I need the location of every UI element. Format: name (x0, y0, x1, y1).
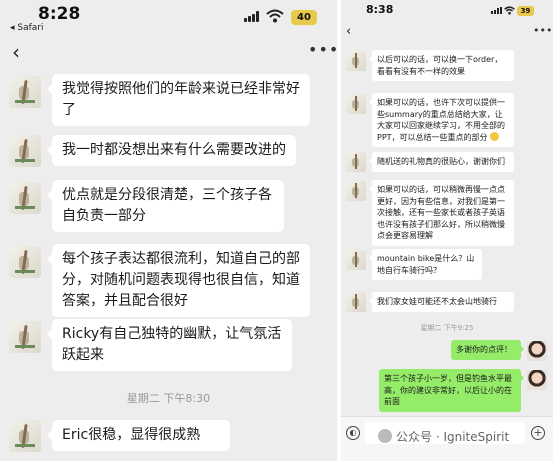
avatar[interactable] (9, 182, 41, 214)
avatar[interactable] (346, 51, 366, 71)
chat-timestamp: 星期二 下午8:30 (126, 392, 211, 405)
status-time: 8:38 (366, 3, 394, 16)
status-bar: 8:28 ◂ Safari 40 (0, 0, 337, 34)
watermark-text: 公众号 · IgniteSpirit (396, 430, 510, 444)
message-bubble[interactable]: 我们家女娃可能还不太会山地骑行 (369, 292, 514, 312)
wifi-icon (504, 6, 515, 15)
message-bubble[interactable]: mountain bike是什么？山地自行车骑行吗？ (369, 249, 482, 280)
message-bubble[interactable]: 优点就是分段很清楚，三个孩子各自负责一部分 (47, 180, 284, 232)
avatar[interactable] (346, 292, 366, 312)
more-options-icon[interactable]: ••• (533, 24, 552, 37)
message-bubble[interactable]: 随机送的礼物真的很贴心，谢谢你们 (369, 152, 514, 172)
message-bubble[interactable]: 如果可以的话，可以稍微再慢一点点更好，因为有些信息，对我们是第一次接触，还有一些… (369, 180, 514, 246)
avatar[interactable] (9, 76, 41, 108)
avatar[interactable] (9, 321, 41, 353)
message-bubble[interactable]: 每个孩子表达都很流利，知道自己的部分，对随机问题表现得也很自信，知道答案，并且配… (47, 244, 310, 317)
avatar[interactable] (527, 370, 547, 390)
back-chevron-icon[interactable]: ‹ (12, 40, 20, 64)
status-time: 8:28 (38, 4, 81, 24)
avatar[interactable] (9, 246, 41, 278)
chat-nav-bar: ‹ ••• (0, 38, 337, 70)
wifi-icon (266, 9, 284, 23)
wechat-account-icon (378, 429, 392, 443)
watermark: 公众号 · IgniteSpirit (378, 428, 509, 445)
message-bubble[interactable]: 我一时都没想出来有什么需要改进的 (47, 135, 296, 166)
message-text: 如果可以的话，也许下次可以提供一些summary的重点总结给大家，让大家可以回家… (377, 98, 505, 142)
smile-emoji-icon (490, 131, 500, 141)
avatar[interactable] (346, 94, 366, 114)
back-chevron-icon[interactable]: ‹ (346, 24, 351, 39)
message-bubble[interactable]: 第三个孩子小一岁，但是钓鱼水平最高，你的建议非常好，以后让小的在前面 (379, 369, 524, 412)
voice-input-icon[interactable]: ◐ (346, 426, 360, 440)
avatar[interactable] (346, 152, 366, 172)
status-bar: 8:38 39 (341, 0, 553, 20)
left-chat-screen: 8:28 ◂ Safari 40 ‹ ••• 我觉得按照他们的年龄来说已经非常好… (0, 0, 337, 461)
avatar[interactable] (346, 181, 366, 201)
back-to-safari-link[interactable]: ◂ Safari (10, 23, 44, 33)
message-bubble[interactable]: 多谢你的点评！ (451, 340, 524, 360)
right-chat-screen: 8:38 39 ‹ ••• 以后可以的话，可以换一下order，看看有没有不一样… (341, 0, 553, 461)
message-bubble[interactable]: 我觉得按照他们的年龄来说已经非常好了 (47, 74, 310, 126)
battery-indicator: 39 (517, 6, 534, 16)
cellular-signal-icon (491, 7, 502, 14)
message-bubble[interactable]: Eric很稳，显得很成熟 (47, 420, 230, 451)
avatar[interactable] (9, 135, 41, 167)
chat-timestamp: 星期二 下午9:25 (420, 324, 474, 332)
avatar[interactable] (527, 341, 547, 361)
battery-indicator: 40 (291, 10, 317, 25)
message-bubble[interactable]: Ricky有自己独特的幽默，让气氛活跃起来 (47, 319, 292, 371)
avatar[interactable] (9, 420, 41, 452)
more-options-icon[interactable]: ••• (308, 40, 337, 59)
plus-icon[interactable]: + (531, 426, 545, 440)
chat-nav-bar: ‹ ••• (341, 24, 553, 46)
message-bubble[interactable]: 如果可以的话，也许下次可以提供一些summary的重点总结给大家，让大家可以回家… (369, 93, 514, 147)
message-bubble[interactable]: 以后可以的话，可以换一下order，看看有没有不一样的效果 (369, 50, 514, 81)
cellular-signal-icon (244, 11, 260, 22)
avatar[interactable] (346, 250, 366, 270)
